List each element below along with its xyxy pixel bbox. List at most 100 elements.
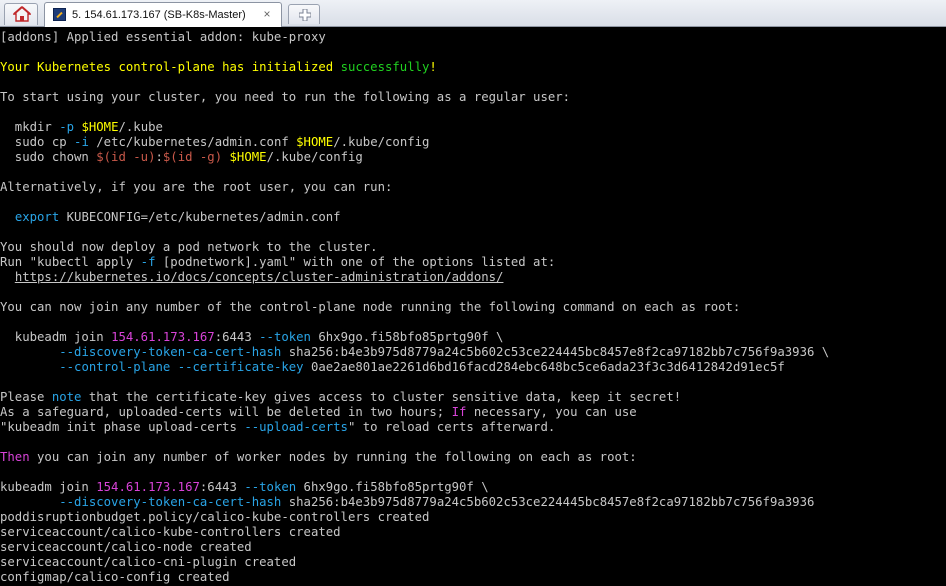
terminal-text: :6443	[199, 480, 245, 494]
new-tab-button[interactable]	[288, 4, 320, 24]
terminal-line: serviceaccount/calico-node created	[0, 540, 946, 555]
terminal-text: export	[14, 210, 60, 224]
terminal-text: Run "kubectl apply	[0, 255, 141, 269]
terminal-text: " to reload certs afterward.	[347, 420, 556, 434]
terminal-link[interactable]: https://kubernetes.io/docs/concepts/clus…	[15, 270, 504, 284]
terminal-text: Then	[0, 450, 30, 464]
terminal-text: 154.61.173.167	[96, 480, 200, 494]
terminal-text: To start using your cluster, you need to…	[0, 90, 571, 104]
terminal-line: Please note that the certificate-key giv…	[0, 390, 946, 405]
terminal-line: To start using your cluster, you need to…	[0, 90, 946, 105]
terminal-text: configmap/calico-config created	[0, 570, 230, 584]
terminal-text: $HOME	[229, 150, 267, 164]
terminal-text: --token	[244, 480, 297, 494]
terminal-text: --token	[259, 330, 311, 344]
terminal-text: "kubeadm init phase upload-certs	[0, 420, 245, 434]
terminal-line: serviceaccount/calico-cni-plugin created	[0, 555, 946, 570]
tab-session-title: 5. 154.61.173.167 (SB-K8s-Master)	[72, 9, 246, 21]
terminal-line: Alternatively, if you are the root user,…	[0, 180, 946, 195]
terminal-line: You can now join any number of the contr…	[0, 300, 946, 315]
terminal-text: --control-plane	[59, 360, 171, 374]
terminal-line: Your Kubernetes control-plane has initia…	[0, 60, 946, 75]
terminal-line: sudo cp -i /etc/kubernetes/admin.conf $H…	[0, 135, 946, 150]
terminal-line: sudo chown $(id -u):$(id -g) $HOME/.kube…	[0, 150, 946, 165]
terminal-text: that the certificate-key gives access to…	[81, 390, 682, 404]
terminal-text: /.kube/config	[333, 135, 430, 149]
terminal-text: -p	[59, 120, 75, 134]
terminal-text: mkdir	[0, 120, 60, 134]
terminal-text: As a safeguard, uploaded-certs will be d…	[0, 405, 452, 419]
terminal-text: sudo chown	[0, 150, 97, 164]
terminal-line: export KUBECONFIG=/etc/kubernetes/admin.…	[0, 210, 946, 225]
terminal-line: https://kubernetes.io/docs/concepts/clus…	[0, 270, 946, 285]
terminal-text: 6hx9go.fi58bfo85prtg90f \	[296, 480, 489, 494]
terminal-line: mkdir -p $HOME/.kube	[0, 120, 946, 135]
terminal-text: KUBECONFIG=/etc/kubernetes/admin.conf	[59, 210, 341, 224]
terminal-line: kubeadm join 154.61.173.167:6443 --token…	[0, 330, 946, 345]
terminal-line: As a safeguard, uploaded-certs will be d…	[0, 405, 946, 420]
terminal-text: You can now join any number of the contr…	[0, 300, 741, 314]
terminal-line: --discovery-token-ca-cert-hash sha256:b4…	[0, 345, 946, 360]
terminal-text: Alternatively, if you are the root user,…	[0, 180, 393, 194]
terminal-text: Please	[0, 390, 52, 404]
terminal-line: Then you can join any number of worker n…	[0, 450, 946, 465]
terminal-text: [addons] Applied essential addon: kube-p…	[0, 30, 326, 44]
terminal-text: /.kube/config	[266, 150, 363, 164]
terminal-line: You should now deploy a pod network to t…	[0, 240, 946, 255]
terminal-text: /etc/kubernetes/admin.conf	[88, 135, 297, 149]
terminal-text: --discovery-token-ca-cert-hash	[59, 345, 282, 359]
tab-session[interactable]: 5. 154.61.173.167 (SB-K8s-Master) ×	[44, 2, 282, 27]
terminal-line: Run "kubectl apply -f [podnetwork].yaml"…	[0, 255, 946, 270]
terminal-text: :6443	[214, 330, 260, 344]
terminal-line: [addons] Applied essential addon: kube-p…	[0, 30, 946, 45]
terminal-text: sha256:b4e3b975d8779a24c5b602c53ce224445…	[281, 345, 830, 359]
terminal-text: 6hx9go.fi58bfo85prtg90f \	[310, 330, 504, 344]
terminal-text: necessary, you can use	[466, 405, 637, 419]
terminal-text: $HOME	[81, 120, 119, 134]
terminal-text: kubeadm join	[0, 480, 97, 494]
terminal-text: --discovery-token-ca-cert-hash	[59, 495, 282, 509]
terminal-line: --discovery-token-ca-cert-hash sha256:b4…	[0, 495, 946, 510]
terminal-text: serviceaccount/calico-cni-plugin created	[0, 555, 297, 569]
terminal-line: poddisruptionbudget.policy/calico-kube-c…	[0, 510, 946, 525]
terminal-session-icon	[53, 8, 66, 21]
terminal-text: -f	[140, 255, 156, 269]
terminal-text: You should now deploy a pod network to t…	[0, 240, 378, 254]
home-tab[interactable]	[4, 3, 38, 25]
terminal-line: "kubeadm init phase upload-certs --uploa…	[0, 420, 946, 435]
terminal-text: successfully	[340, 60, 430, 74]
terminal-output[interactable]: [addons] Applied essential addon: kube-p…	[0, 27, 946, 586]
terminal-text: you can join any number of worker nodes …	[29, 450, 637, 464]
terminal-text: sudo cp	[0, 135, 75, 149]
terminal-text: :	[155, 150, 163, 164]
terminal-line: serviceaccount/calico-kube-controllers c…	[0, 525, 946, 540]
home-icon	[13, 6, 31, 22]
terminal-text: poddisruptionbudget.policy/calico-kube-c…	[0, 510, 430, 524]
terminal-text: note	[51, 390, 82, 404]
terminal-text: $HOME	[296, 135, 334, 149]
terminal-text: sha256:b4e3b975d8779a24c5b602c53ce224445…	[281, 495, 815, 509]
close-icon[interactable]: ×	[261, 7, 273, 21]
terminal-text: Your Kubernetes control-plane has initia…	[0, 60, 341, 74]
terminal-text: --certificate-key	[177, 360, 304, 374]
terminal-text: $(id -u)	[96, 150, 156, 164]
terminal-text: 0ae2ae801ae2261d6bd16facd284ebc648bc5ce6…	[303, 360, 785, 374]
terminal-line: kubeadm join 154.61.173.167:6443 --token…	[0, 480, 946, 495]
terminal-text: /.kube	[118, 120, 163, 134]
terminal-text: If	[451, 405, 467, 419]
terminal-text: $(id -g)	[162, 150, 223, 164]
terminal-line: --control-plane --certificate-key 0ae2ae…	[0, 360, 946, 375]
